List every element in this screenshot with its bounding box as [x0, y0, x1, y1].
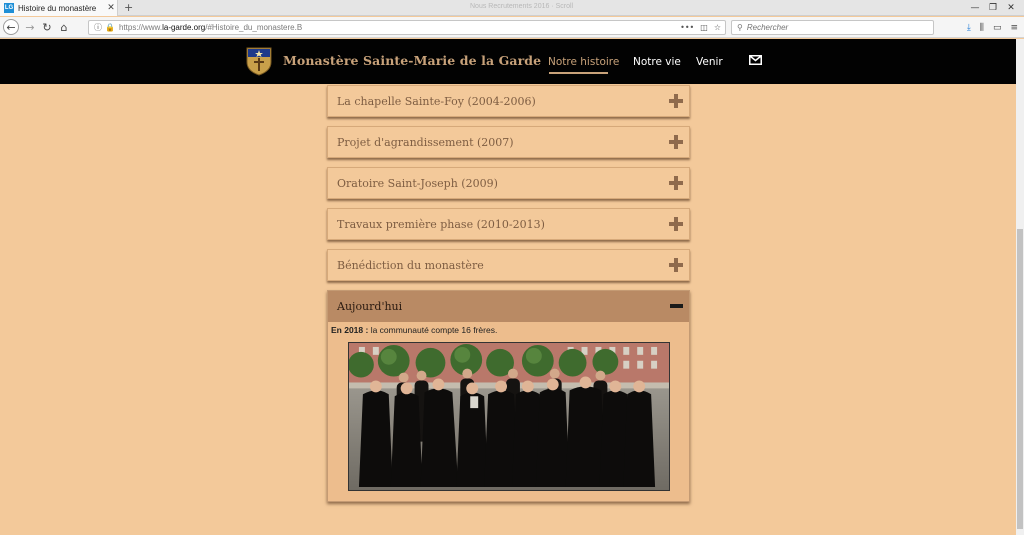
accordion-label: Oratoire Saint-Joseph (2009): [337, 176, 498, 190]
scrollbar-thumb[interactable]: [1017, 229, 1023, 529]
site-header: Monastère Sainte-Marie de la Garde Notre…: [0, 39, 1024, 84]
url-actions: ••• ◫ ☆: [680, 21, 721, 34]
mail-icon[interactable]: [749, 55, 762, 65]
nav-notre-vie[interactable]: Notre vie: [633, 56, 681, 68]
accordion-travaux-premiere-phase[interactable]: Travaux première phase (2010-2013): [327, 208, 690, 240]
new-tab-icon[interactable]: +: [124, 1, 133, 14]
minimize-icon[interactable]: —: [966, 0, 984, 16]
window-controls: — ❐ ✕: [966, 0, 1020, 16]
accordion-benediction-monastere[interactable]: Bénédiction du monastère: [327, 249, 690, 281]
expand-plus-icon[interactable]: [669, 94, 683, 108]
community-count-text: En 2018 : la communauté compte 16 frères…: [331, 325, 689, 335]
page-scrollbar[interactable]: [1016, 39, 1024, 535]
accordion-label: Projet d'agrandissement (2007): [337, 135, 514, 149]
url-domain: la-garde.org: [162, 23, 206, 32]
monastery-shield-logo-icon[interactable]: [246, 47, 272, 76]
nav-venir[interactable]: Venir: [696, 56, 723, 68]
accordion-label: Bénédiction du monastère: [337, 258, 484, 272]
accordion-aujourdhui: Aujourd'hui En 2018 : la communauté comp…: [327, 290, 690, 502]
accordion-oratoire-saint-joseph[interactable]: Oratoire Saint-Joseph (2009): [327, 167, 690, 199]
maximize-icon[interactable]: ❐: [984, 0, 1002, 16]
forward-arrow-icon[interactable]: →: [22, 19, 38, 35]
site-title[interactable]: Monastère Sainte-Marie de la Garde: [283, 53, 541, 68]
search-input[interactable]: [746, 23, 917, 32]
accordion-projet-agrandissement[interactable]: Projet d'agrandissement (2007): [327, 126, 690, 158]
browser-tabbar: LG Histoire du monastère ✕ + Nous Recrut…: [0, 0, 1024, 16]
library-icon[interactable]: ⫼: [980, 23, 984, 33]
collapse-minus-icon[interactable]: [670, 304, 683, 308]
accordion-label: La chapelle Sainte-Foy (2004-2006): [337, 94, 536, 108]
window-title: Nous Recrutements 2016 · Scroll: [470, 3, 574, 10]
download-icon[interactable]: ⤓: [967, 23, 971, 33]
url-path: /#Histoire_du_monastere.B: [205, 23, 303, 32]
lock-icon: 🔒: [105, 23, 115, 32]
url-text[interactable]: https://www.la-garde.org/#Histoire_du_mo…: [119, 23, 302, 32]
community-text: la communauté compte 16 frères.: [368, 325, 498, 335]
back-arrow-icon[interactable]: ←: [3, 19, 19, 35]
sidebar-icon[interactable]: ▭: [993, 23, 1002, 33]
close-window-icon[interactable]: ✕: [1002, 0, 1020, 16]
favicon-icon: LG: [4, 3, 14, 13]
url-prefix: https://www.: [118, 23, 163, 32]
reload-icon[interactable]: ↻: [39, 19, 55, 35]
bookmark-star-icon[interactable]: ☆: [714, 23, 721, 32]
home-icon[interactable]: ⌂: [56, 19, 72, 35]
tab-title: Histoire du monastère: [18, 3, 97, 13]
browser-toolbar: ⤓ ⫼ ▭ ≡: [967, 20, 1018, 35]
accordion-chapelle-sainte-foy[interactable]: La chapelle Sainte-Foy (2004-2006): [327, 85, 690, 117]
accordion-open-header[interactable]: Aujourd'hui: [328, 291, 689, 322]
active-nav-underline: [549, 72, 608, 74]
expand-plus-icon[interactable]: [669, 135, 683, 149]
browser-tab[interactable]: LG Histoire du monastère ✕: [0, 0, 118, 16]
info-icon[interactable]: ⓘ: [94, 22, 102, 33]
accordion-content: En 2018 : la communauté compte 16 frères…: [328, 322, 689, 335]
browser-navbar: ← → ↻ ⌂ ⓘ 🔒 https://www.la-garde.org/#Hi…: [0, 17, 1024, 38]
pocket-icon[interactable]: ◫: [700, 23, 708, 32]
nav-notre-histoire[interactable]: Notre histoire: [548, 56, 619, 68]
address-bar[interactable]: ⓘ 🔒 https://www.la-garde.org/#Histoire_d…: [88, 20, 726, 35]
year-label: En 2018 :: [331, 325, 369, 335]
expand-plus-icon[interactable]: [669, 258, 683, 272]
community-group-photo: [348, 342, 670, 491]
page-actions-icon[interactable]: •••: [680, 23, 694, 32]
close-tab-icon[interactable]: ✕: [105, 3, 117, 13]
expand-plus-icon[interactable]: [669, 176, 683, 190]
hamburger-menu-icon[interactable]: ≡: [1010, 23, 1018, 33]
search-icon: ⚲: [737, 23, 743, 32]
accordion-label: Aujourd'hui: [337, 300, 403, 313]
search-bar[interactable]: ⚲: [731, 20, 934, 35]
expand-plus-icon[interactable]: [669, 217, 683, 231]
accordion-label: Travaux première phase (2010-2013): [337, 217, 545, 231]
